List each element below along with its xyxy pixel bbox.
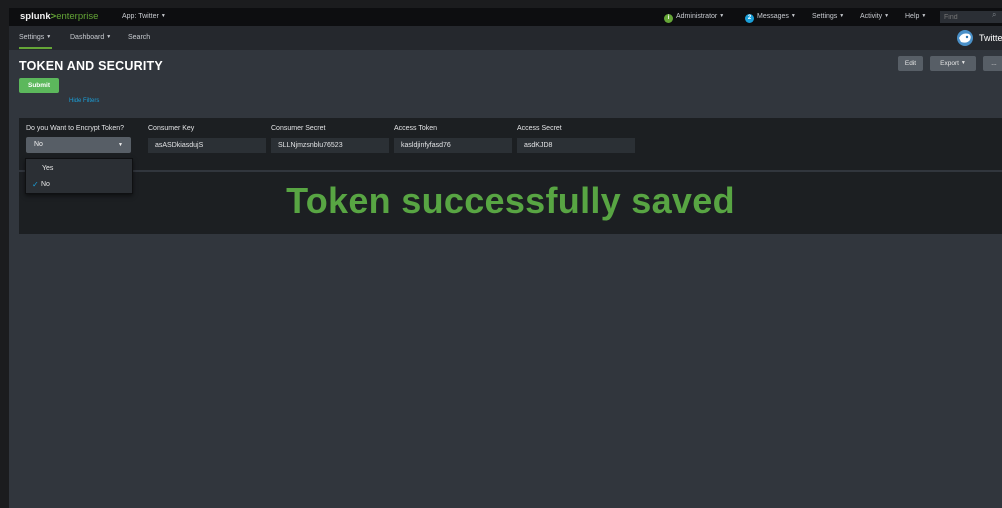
caret-down-icon: ▼ [884,13,890,19]
consumer-secret-label: Consumer Secret [271,125,326,132]
consumer-key-input[interactable]: asASDkiasdujS [148,138,266,153]
caret-down-icon: ▼ [839,13,845,19]
activity-menu[interactable]: Activity ▼ [860,13,889,20]
help-menu[interactable]: Help ▼ [905,13,926,20]
top-bar: splunk>enterprise App: Twitter ▼ i Adminis… [9,8,1002,26]
nav-settings[interactable]: Settings ▼ [19,34,51,41]
app-nav: Settings▼ Dashboard▼ Search Twitter [9,26,1002,50]
success-message: Token successfully saved [286,180,735,221]
caret-down-icon: ▼ [46,34,52,40]
caret-down-icon: ▼ [106,34,112,40]
nav-search[interactable]: Search [128,34,150,41]
consumer-secret-input[interactable]: SLLNjmzsnblu76523 [271,138,389,153]
option-no-label: No [41,181,50,188]
edit-button[interactable]: Edit [898,56,923,71]
splunk-logo[interactable]: splunk>enterprise [20,11,98,22]
settings-menu[interactable]: Settings ▼ [812,13,844,20]
info-icon: i [664,14,673,23]
encrypt-select-value: No [34,141,43,148]
access-secret-label: Access Secret [517,125,562,132]
option-yes-label: Yes [42,165,54,172]
hide-filters-link[interactable]: Hide Filters [69,98,99,104]
access-token-input[interactable]: kasldjinfyfasd76 [394,138,512,153]
encrypt-select[interactable]: No ▼ [26,137,131,153]
encrypt-label: Do you Want to Encrypt Token? [26,125,125,132]
caret-down-icon: ▼ [960,60,966,66]
export-button[interactable]: Export ▼ [930,56,976,71]
access-secret-input[interactable]: asdKJD8 [517,138,635,153]
administrator-label: Administrator [676,13,718,20]
caret-down-icon: ▼ [118,142,123,148]
logo-main: splunk [20,11,51,22]
more-button[interactable]: ... [983,56,1002,71]
consumer-key-label: Consumer Key [148,125,195,132]
caret-down-icon: ▼ [160,13,166,19]
checkmark-icon: ✓ [32,180,39,189]
help-label: Help [905,13,920,20]
app-menu-label: App: Twitter [122,13,159,20]
caret-down-icon: ▼ [719,13,725,19]
submit-button[interactable]: Submit [19,78,59,93]
panel-divider [19,170,1002,172]
activity-label: Activity [860,13,883,20]
page-title: TOKEN AND SECURITY [19,59,163,73]
filter-panel: Do you Want to Encrypt Token? No ▼ Consum… [19,118,1002,234]
app-menu[interactable]: App: Twitter ▼ [122,13,166,20]
caret-down-icon: ▼ [921,13,927,19]
search-icon[interactable]: ⌕ [992,10,996,20]
logo-sub: enterprise [56,11,99,22]
nav-dashboard[interactable]: Dashboard ▼ [70,34,111,41]
messages-menu[interactable]: 2 Messages ▼ [745,13,796,23]
messages-label: Messages [757,13,789,20]
nav-settings-label: Settings [19,34,45,41]
option-yes[interactable]: Yes [26,162,132,176]
administrator-menu[interactable]: i Administrator ▼ [664,13,724,23]
access-token-label: Access Token [394,125,438,132]
encrypt-dropdown-menu: Yes ✓ No [25,158,133,194]
app-name: Twitter [979,33,1002,43]
twitter-app-icon [957,30,973,46]
settings-label: Settings [812,13,838,20]
caret-down-icon: ▼ [790,13,796,19]
nav-dashboard-label: Dashboard [70,34,105,41]
app-window: splunk>enterprise App: Twitter ▼ i Adminis… [9,8,1002,508]
nav-search-label: Search [128,34,151,41]
export-label: Export [940,60,959,67]
active-nav-underline [19,47,52,49]
messages-count-badge: 2 [745,14,754,23]
option-no[interactable]: ✓ No [26,178,132,192]
